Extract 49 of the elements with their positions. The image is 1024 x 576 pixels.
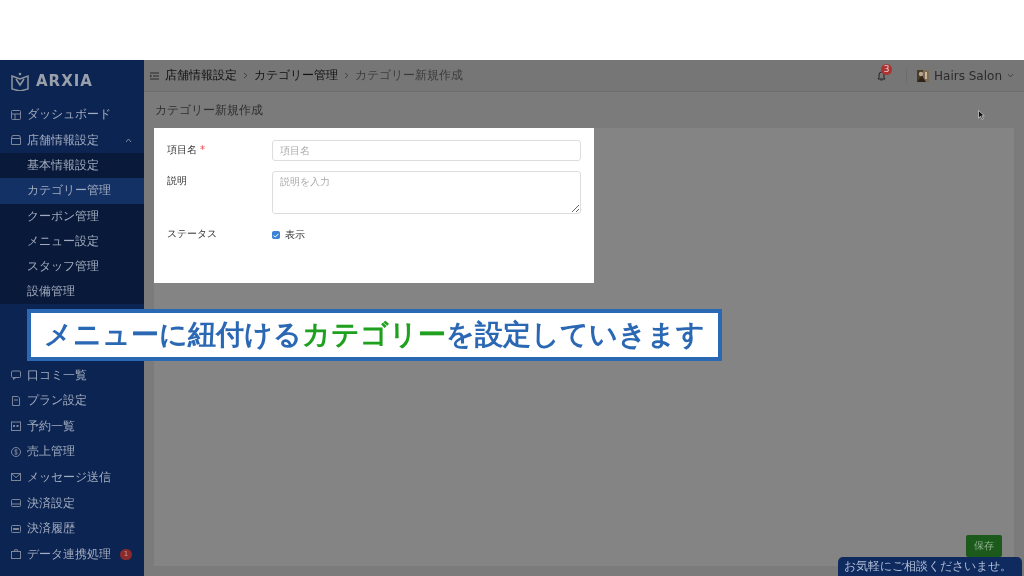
calendar-icon [10, 420, 22, 433]
save-button[interactable]: 保存 [966, 535, 1002, 557]
card-icon [10, 522, 22, 535]
comment-icon [10, 369, 22, 382]
notification-badge: 3 [881, 63, 893, 75]
mail-icon [10, 471, 22, 484]
submenu-item[interactable]: 基本情報設定 [0, 153, 144, 179]
sidebar-item[interactable]: 決済履歴 [0, 515, 144, 542]
input-field[interactable]: 項目名 [272, 140, 581, 161]
chevron-down-icon [1007, 73, 1014, 78]
submenu-item[interactable]: 設備管理 [0, 279, 144, 305]
logo-icon [10, 71, 30, 91]
sidebar-item[interactable]: ダッシュボード [0, 102, 144, 128]
caption-text: メニューに紐付ける カテゴリーを設定していきます [27, 309, 722, 361]
sidebar-item[interactable]: メッセージ送信 [0, 464, 144, 491]
chevron-right-icon [243, 72, 248, 79]
store-icon [10, 134, 22, 147]
document-icon [10, 394, 22, 407]
sidebar-item[interactable]: 売上管理 [0, 439, 144, 465]
briefcase-icon [10, 548, 22, 561]
sidebar-item[interactable]: 口コミ一覧 [0, 362, 144, 388]
text-area[interactable]: 説明を入力 [272, 171, 581, 214]
checkbox-label[interactable]: 表示 [285, 228, 305, 242]
sidebar-item[interactable]: 決済設定 [0, 490, 144, 516]
checkbox[interactable] [272, 231, 280, 239]
submenu-item[interactable]: メニュー設定 [0, 228, 144, 254]
sidebar-item[interactable]: 予約一覧 [0, 413, 144, 440]
required-mark: * [200, 144, 205, 155]
cursor-icon [978, 110, 985, 120]
field-label: ステータス [167, 227, 218, 241]
submenu-item[interactable]: カテゴリー管理 [0, 178, 144, 204]
field-label: 項目名 [167, 144, 197, 155]
submenu-item[interactable]: クーポン管理 [0, 203, 144, 229]
chevron-up-icon [125, 137, 132, 143]
chevron-right-icon [344, 72, 349, 79]
card-icon [10, 497, 22, 510]
dollar-icon [10, 445, 22, 458]
bell-icon [877, 70, 887, 81]
sidebar-item[interactable]: 店舗情報設定 [0, 127, 144, 154]
sidebar-item[interactable]: プラン設定 [0, 387, 144, 414]
breadcrumb-item[interactable]: カテゴリー管理 [254, 67, 338, 84]
logo-text: ARXIA [36, 72, 93, 90]
dashboard-icon [10, 108, 22, 121]
page-title: カテゴリー新規作成 [155, 101, 263, 119]
breadcrumb-item[interactable]: 店舗情報設定 [165, 67, 237, 84]
field-label: 説明 [167, 174, 188, 188]
menu-icon [150, 71, 159, 80]
chat-bar[interactable]: お気軽にご相談くださいませ。 [838, 557, 1022, 576]
submenu-item[interactable]: スタッフ管理 [0, 253, 144, 280]
